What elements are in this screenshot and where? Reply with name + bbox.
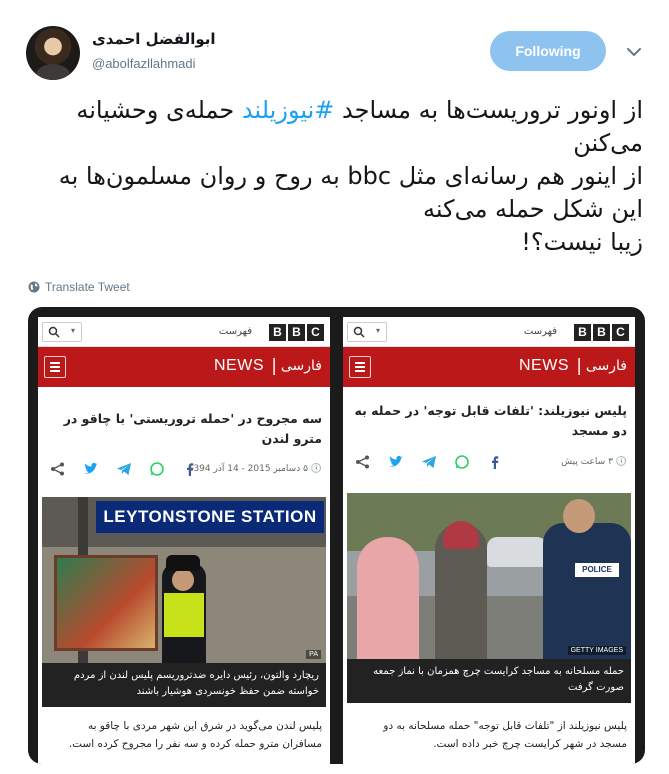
news-separator: | <box>576 356 582 376</box>
photo-credit: GETTY IMAGES <box>567 646 626 655</box>
search-icon <box>48 326 60 338</box>
menu-icon <box>349 356 371 378</box>
telegram-icon <box>117 463 131 475</box>
parked-car <box>487 537 547 567</box>
bbc-logo-letter: C <box>307 324 324 341</box>
bbc-logo: B B C <box>269 324 324 341</box>
whatsapp-icon <box>455 455 469 469</box>
police-badge: POLICE <box>575 563 619 577</box>
tweet-line-1: از اونور تروریست‌ها به مساجد #نیوزیلند ح… <box>13 94 643 127</box>
article-headline: سه مجروح در 'حمله تروریستی' با چاقو در م… <box>63 411 322 446</box>
station-poster <box>54 555 158 651</box>
following-button[interactable]: Following <box>490 31 606 71</box>
tweet-line-4: این شکل حمله می‌کنه <box>423 195 643 223</box>
photo-credit: PA <box>306 650 321 659</box>
photo-caption: ریچارد والتون، رئیس دایره ضدتروریسم پلیس… <box>42 663 326 707</box>
police-vest <box>164 593 204 637</box>
news-label: NEWS <box>214 357 264 374</box>
article-body: پلیس لندن می‌گوید در شرق این شهر مردی با… <box>68 720 322 750</box>
bbc-news-bar: NEWS | فارسی <box>38 347 330 387</box>
search-box: ▾ <box>347 322 387 342</box>
bbc-logo-letter: B <box>288 324 305 341</box>
whatsapp-icon <box>150 462 164 476</box>
news-label: NEWS <box>519 357 569 374</box>
dropdown-arrow-icon: ▾ <box>71 326 76 335</box>
article-date-text: ۵ دسامبر 2015 - 14 آذر 1394 <box>187 464 308 474</box>
avatar[interactable] <box>26 26 80 80</box>
share-icon <box>356 455 369 469</box>
article-date: 🕔 ۵ دسامبر 2015 - 14 آذر 1394 <box>187 464 322 474</box>
translate-label: Translate Tweet <box>45 280 130 294</box>
share-icons <box>355 455 503 469</box>
news-separator: | <box>271 356 277 376</box>
hashtag-link[interactable]: #نیوزیلند <box>242 96 334 124</box>
language-label: فارسی <box>585 358 627 374</box>
tweet-media[interactable]: ▾ فهرست B B C NEWS | فارسی سه مجروح در '… <box>28 307 645 764</box>
police-officer <box>543 523 631 659</box>
share-icon <box>51 462 64 476</box>
bbc-topbar: ▾ فهرست B B C <box>343 317 635 347</box>
translate-tweet-link[interactable]: Translate Tweet <box>28 280 130 294</box>
article-body: پلیس نیوزیلند از "تلفات قابل توجه" حمله … <box>383 720 627 750</box>
twitter-icon <box>84 462 98 474</box>
tweet-line-5: زیبا نیست؟! <box>521 228 643 256</box>
tweet-line-1-start: از اونور تروریست‌ها به مساجد <box>334 96 643 124</box>
tweet-line-2: می‌کنن <box>573 129 643 157</box>
article-date: 🕔 ۳ ساعت پیش <box>561 457 627 467</box>
author-name[interactable]: ابوالفضل احمدی <box>92 30 216 48</box>
dropdown-arrow-icon: ▾ <box>376 326 381 335</box>
bbc-logo-letter: C <box>612 324 629 341</box>
twitter-icon <box>389 455 403 467</box>
search-box: ▾ <box>42 322 82 342</box>
bbc-logo: B B C <box>574 324 629 341</box>
woman-pink-scarf <box>357 537 419 659</box>
menu-label: فهرست <box>523 326 557 337</box>
menu-label: فهرست <box>218 326 252 337</box>
chevron-down-icon[interactable] <box>624 42 644 62</box>
police-hat <box>166 555 200 571</box>
article-photo: LEYTONSTONE STATION PA <box>42 497 326 663</box>
tweet-text: از اونور تروریست‌ها به مساجد #نیوزیلند ح… <box>13 94 643 259</box>
tweet-line-3: از اینور هم رسانه‌ای مثل bbc به روح و رو… <box>58 162 643 190</box>
officer-face <box>172 569 194 591</box>
article-date-text: ۳ ساعت پیش <box>561 457 613 467</box>
facebook-icon <box>492 456 499 469</box>
bbc-screenshot-newzealand: ▾ فهرست B B C NEWS | فارسی پلیس نیوزیلند… <box>343 317 635 764</box>
search-icon <box>353 326 365 338</box>
bbc-logo-letter: B <box>574 324 591 341</box>
bbc-topbar: ▾ فهرست B B C <box>38 317 330 347</box>
author-handle[interactable]: @abolfazllahmadi <box>92 56 196 71</box>
bbc-logo-letter: B <box>593 324 610 341</box>
share-icons <box>50 462 198 476</box>
language-label: فارسی <box>280 358 322 374</box>
tweet-line-1-end: حمله‌ی وحشیانه <box>76 96 242 124</box>
menu-icon <box>44 356 66 378</box>
bbc-news-bar: NEWS | فارسی <box>343 347 635 387</box>
photo-caption: حمله مسلحانه به مساجد کرایست چرچ همزمان … <box>347 659 631 703</box>
bbc-logo-letter: B <box>269 324 286 341</box>
officer-head <box>563 499 595 533</box>
article-headline: پلیس نیوزیلند: 'تلفات قابل توجه' در حمله… <box>354 403 628 438</box>
article-photo: POLICE GETTY IMAGES <box>347 493 631 659</box>
station-sign: LEYTONSTONE STATION <box>96 501 324 533</box>
telegram-icon <box>422 456 436 468</box>
red-headscarf <box>443 521 479 549</box>
globe-icon <box>28 281 40 293</box>
bbc-screenshot-london: ▾ فهرست B B C NEWS | فارسی سه مجروح در '… <box>38 317 330 764</box>
